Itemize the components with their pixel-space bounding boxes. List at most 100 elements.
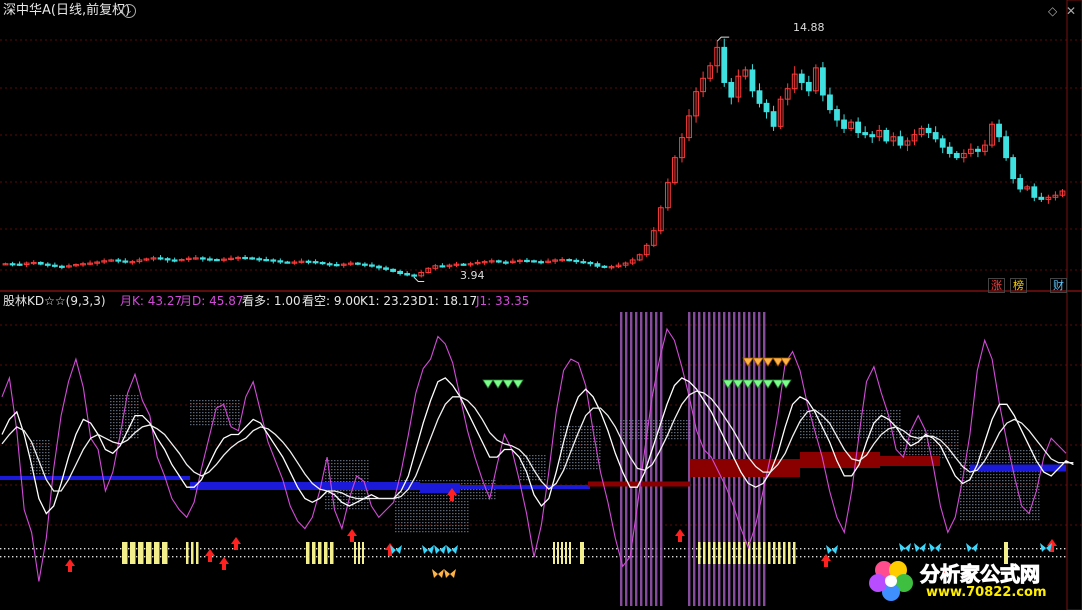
gray-dot-block xyxy=(395,531,397,533)
gray-dot-block xyxy=(193,409,195,411)
gray-dot-block xyxy=(1017,516,1019,518)
gray-dot-block xyxy=(122,401,124,403)
collapse-circle-icon[interactable]: ⌄ xyxy=(122,4,136,18)
gray-dot-block xyxy=(629,426,631,428)
gray-dot-block xyxy=(211,409,213,411)
gray-dot-block xyxy=(190,415,192,417)
baseline-dot xyxy=(548,548,550,550)
yellow-zone-bar xyxy=(306,542,310,564)
gray-dot-block xyxy=(220,409,222,411)
gray-dot-block xyxy=(33,455,35,457)
close-icon[interactable]: ✕ xyxy=(1066,4,1076,18)
gray-dot-block xyxy=(593,465,595,467)
gray-dot-block xyxy=(993,486,995,488)
gray-dot-block xyxy=(815,419,817,421)
tag-zhang[interactable]: 涨 xyxy=(988,278,1005,293)
gray-dot-block xyxy=(815,428,817,430)
gray-dot-block xyxy=(42,458,44,460)
gray-dot-block xyxy=(578,450,580,452)
gray-dot-block xyxy=(848,410,850,412)
gray-dot-block xyxy=(425,501,427,503)
baseline-dot xyxy=(376,548,378,550)
gray-dot-block xyxy=(128,407,130,409)
gray-dot-block xyxy=(238,400,240,402)
yellow-zone-bar xyxy=(763,542,766,564)
gray-dot-block xyxy=(569,441,571,443)
gray-dot-block xyxy=(1002,483,1004,485)
baseline-dot xyxy=(344,548,346,550)
gray-dot-block xyxy=(960,501,962,503)
tag-cai[interactable]: 财 xyxy=(1050,278,1067,293)
tag-bang[interactable]: 榜 xyxy=(1010,278,1027,293)
baseline-dot xyxy=(244,548,246,550)
gray-dot-block xyxy=(566,468,568,470)
diamond-icon[interactable]: ◇ xyxy=(1048,4,1057,18)
gray-dot-block xyxy=(193,400,195,402)
gray-dot-block xyxy=(915,448,917,450)
gray-dot-block xyxy=(906,451,908,453)
gray-dot-block xyxy=(587,453,589,455)
gray-dot-block xyxy=(137,428,139,430)
gray-dot-block xyxy=(361,475,363,477)
gray-dot-block xyxy=(851,422,853,424)
gray-dot-block xyxy=(827,425,829,427)
gray-dot-block xyxy=(452,519,454,521)
gray-dot-block xyxy=(623,435,625,437)
gray-dot-block xyxy=(122,431,124,433)
gray-dot-block xyxy=(232,424,234,426)
gray-dot-block xyxy=(641,435,643,437)
candle-body xyxy=(531,260,537,263)
gray-dot-block xyxy=(939,451,941,453)
gray-dot-block xyxy=(346,469,348,471)
baseline-dot xyxy=(92,556,94,558)
gray-dot-block xyxy=(349,472,351,474)
gray-dot-block xyxy=(872,419,874,421)
gray-dot-block xyxy=(395,507,397,509)
gray-dot-block xyxy=(1020,456,1022,458)
gray-dot-block xyxy=(134,419,136,421)
gray-dot-block xyxy=(978,480,980,482)
baseline-dot xyxy=(856,548,858,550)
gray-dot-block xyxy=(137,425,139,427)
gray-dot-block xyxy=(975,495,977,497)
gray-dot-block xyxy=(431,498,433,500)
purple-zone-bar xyxy=(650,312,653,606)
gray-dot-block xyxy=(584,456,586,458)
gray-dot-block xyxy=(1038,498,1040,500)
gray-dot-block xyxy=(235,406,237,408)
gray-dot-block xyxy=(563,462,565,464)
gray-dot-block xyxy=(912,433,914,435)
gray-dot-block xyxy=(572,456,574,458)
baseline-dot xyxy=(500,548,502,550)
gray-dot-block xyxy=(884,410,886,412)
gray-dot-block xyxy=(999,492,1001,494)
baseline-dot xyxy=(680,548,682,550)
gray-dot-block xyxy=(110,422,112,424)
baseline-dot xyxy=(416,548,418,550)
gray-dot-block xyxy=(1023,453,1025,455)
gray-dot-block xyxy=(563,426,565,428)
candle-body xyxy=(390,268,396,272)
gray-dot-block xyxy=(1017,483,1019,485)
green-chevron-marker xyxy=(512,379,524,389)
gray-dot-block xyxy=(214,406,216,408)
gray-dot-block xyxy=(851,434,853,436)
baseline-dot xyxy=(844,556,846,558)
gray-dot-block xyxy=(334,469,336,471)
gray-dot-block xyxy=(422,507,424,509)
gray-dot-block xyxy=(48,458,50,460)
gray-dot-block xyxy=(578,438,580,440)
gray-dot-block xyxy=(36,440,38,442)
baseline-dot xyxy=(480,556,482,558)
gray-dot-block xyxy=(452,525,454,527)
gray-dot-block xyxy=(975,489,977,491)
gray-dot-block xyxy=(848,431,850,433)
gray-dot-block xyxy=(668,423,670,425)
baseline-dot xyxy=(112,556,114,558)
yellow-zone-bar xyxy=(154,542,160,564)
gray-dot-block xyxy=(196,406,198,408)
gray-dot-block xyxy=(122,437,124,439)
gray-dot-block xyxy=(981,456,983,458)
gray-dot-block xyxy=(461,492,463,494)
baseline-dot xyxy=(80,556,82,558)
